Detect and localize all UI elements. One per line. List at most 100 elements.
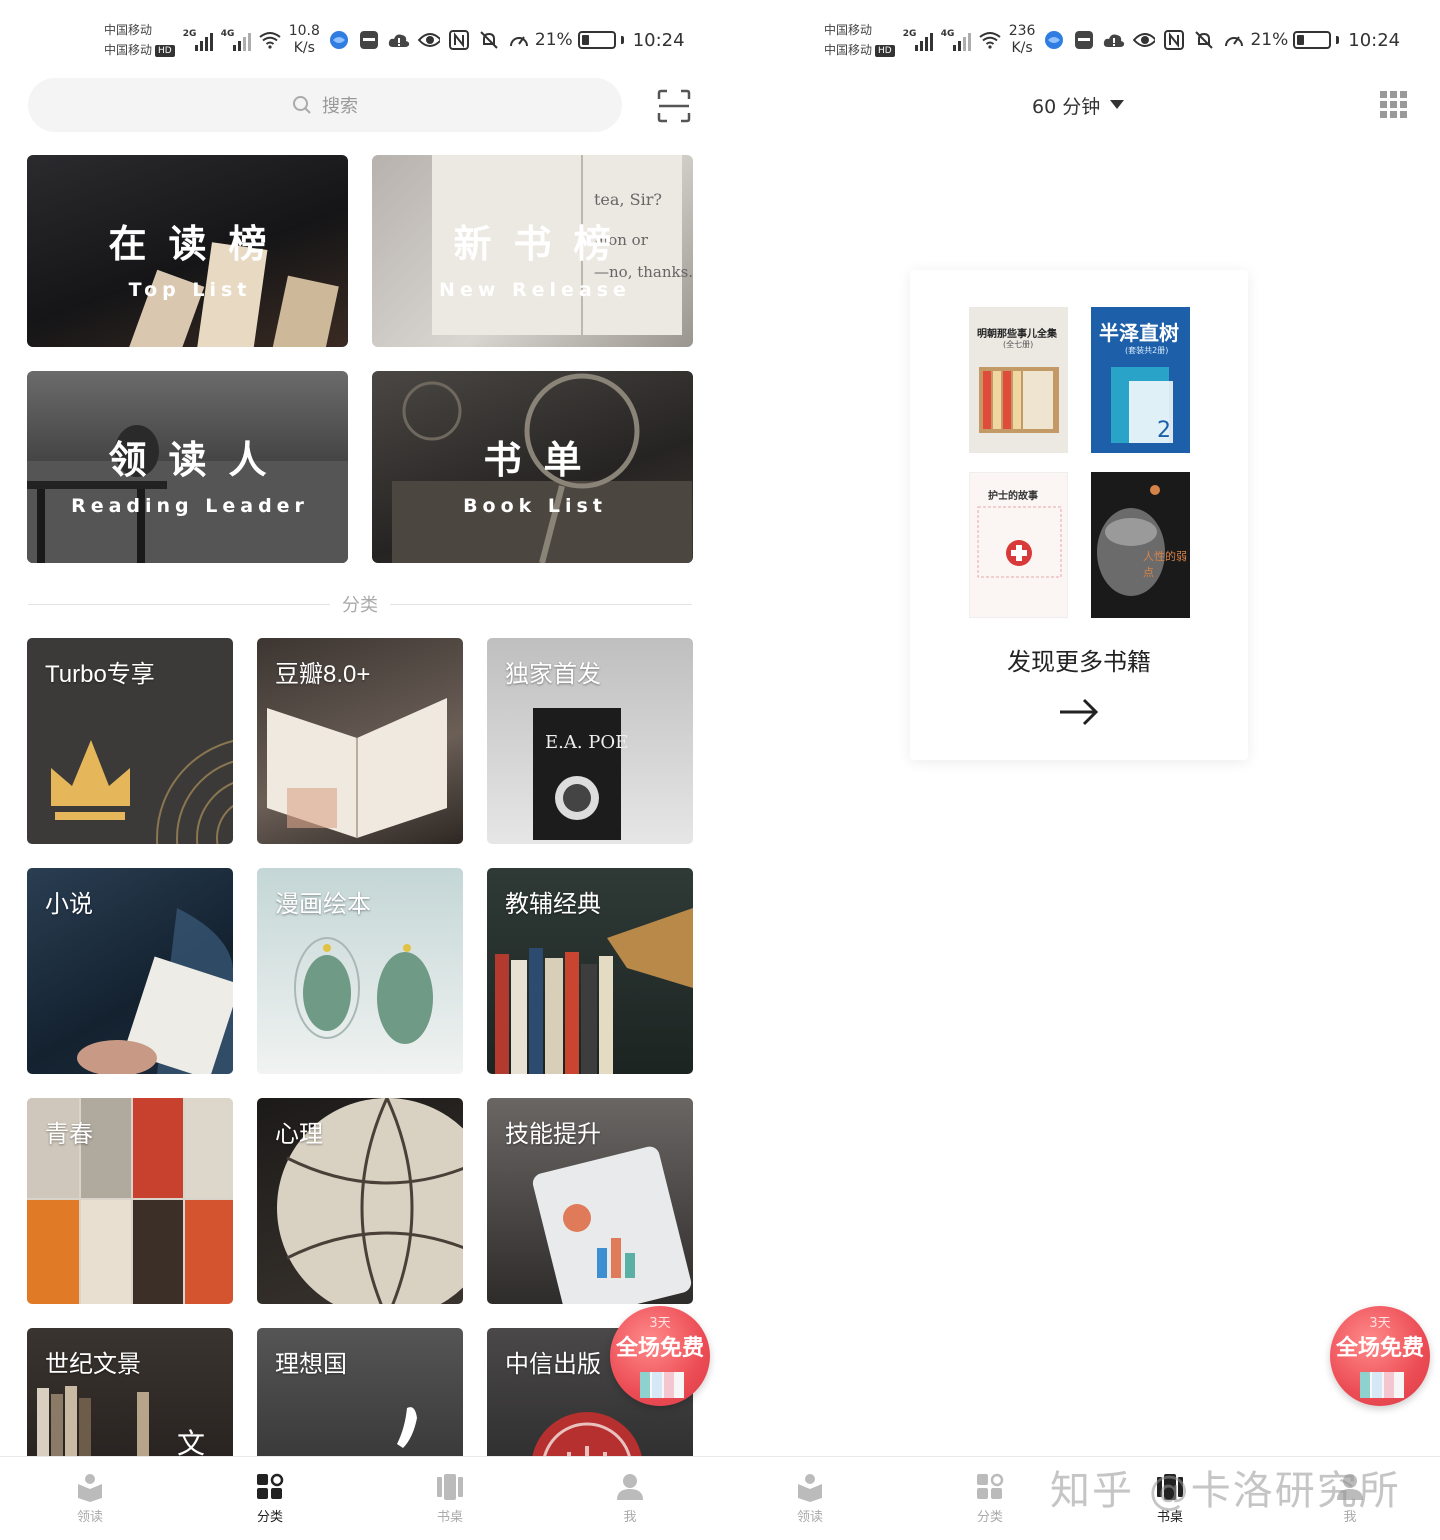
- hero-top-list[interactable]: 在读榜 Top List: [27, 155, 348, 347]
- category-label: 漫画绘本: [275, 891, 371, 918]
- desk-screen: 中国移动 中国移动 HD 2G 4G 236 K/s 21% 10:24 60 分钟…: [720, 0, 1440, 1540]
- category-exclusive[interactable]: E.A. POE 独家首发: [487, 638, 693, 844]
- hero-new-release[interactable]: tea, Sir? mon or —no, thanks. 新书榜 New Re…: [372, 155, 693, 347]
- category-label: 独家首发: [505, 661, 601, 688]
- category-comic[interactable]: 漫画绘本: [257, 868, 463, 1074]
- mute-icon: [478, 29, 500, 51]
- grid-view-icon[interactable]: [1380, 91, 1408, 119]
- bottom-nav: 领读 分类 书桌 我: [0, 1456, 720, 1540]
- nav-lingdu[interactable]: 领读: [720, 1457, 900, 1540]
- books-icon: [1360, 1372, 1404, 1398]
- arrow-right-icon[interactable]: [1058, 696, 1100, 728]
- category-psychology[interactable]: 心理: [257, 1098, 463, 1304]
- category-label: 理想国: [275, 1351, 347, 1378]
- promo-text: 全场免费: [1335, 1336, 1424, 1361]
- mute-icon: [1193, 29, 1215, 51]
- hero-title: 在读榜: [108, 222, 289, 266]
- book-open-icon: [78, 1474, 102, 1502]
- svg-text:tea, Sir?: tea, Sir?: [594, 190, 662, 209]
- clock: 10:24: [1348, 29, 1401, 51]
- battery-indicator: 21% 10:24: [1223, 29, 1400, 51]
- nav-category[interactable]: 分类: [180, 1457, 360, 1540]
- eye-icon: [417, 29, 440, 51]
- nav-label: 领读: [76, 1510, 103, 1525]
- nav-label: 我: [623, 1510, 637, 1525]
- book-cover-mingchao[interactable]: 明朝那些事儿全集 (全七册): [969, 307, 1068, 453]
- reading-timer-dropdown[interactable]: 60 分钟: [1032, 90, 1125, 120]
- free-promo-badge[interactable]: 3天 全场免费: [1330, 1306, 1430, 1406]
- carrier-2: 中国移动: [824, 43, 873, 57]
- search-input[interactable]: 搜索: [28, 78, 622, 132]
- discover-card[interactable]: 明朝那些事儿全集 (全七册) 半泽直树 (套装共2册) 2 护士的故事 人性的弱…: [910, 270, 1248, 760]
- browser-icon: [328, 29, 350, 51]
- status-bar: 中国移动 中国移动 HD 2G 4G 236 K/s 21% 10:24: [824, 18, 1400, 62]
- hero-title: 新书榜: [453, 222, 634, 266]
- category-douban[interactable]: 豆瓣8.0+: [257, 638, 463, 844]
- hero-subtitle: Top List: [128, 279, 252, 301]
- category-label: 教辅经典: [505, 891, 601, 918]
- category-novel[interactable]: 小说: [27, 868, 233, 1074]
- browser-icon: [1043, 29, 1065, 51]
- book-title: 人性的弱点: [1143, 550, 1187, 579]
- nav-label: 领读: [796, 1510, 823, 1525]
- category-label: Turbo专享: [45, 661, 155, 688]
- nav-desk[interactable]: 书桌: [360, 1457, 540, 1540]
- nav-me[interactable]: 我: [540, 1457, 720, 1540]
- category-textbook[interactable]: 教辅经典: [487, 868, 693, 1074]
- net-speed: 236 K/s: [1008, 23, 1036, 56]
- battery-icon: [1293, 31, 1332, 49]
- eye-icon: [1133, 29, 1156, 51]
- scan-icon[interactable]: [656, 88, 692, 124]
- user-icon: [617, 1474, 643, 1500]
- clock: 10:24: [632, 29, 685, 51]
- book-cover-renxing[interactable]: 人性的弱点: [1091, 472, 1190, 618]
- category-label: 心理: [275, 1121, 323, 1148]
- section-divider: 分类: [28, 592, 692, 616]
- promo-days: 3天: [649, 1316, 671, 1331]
- carrier-2: 中国移动: [104, 43, 153, 57]
- category-grid-icon: [977, 1473, 1004, 1499]
- wifi-icon: [259, 29, 281, 51]
- carrier-info: 中国移动 中国移动 HD: [104, 20, 175, 60]
- nav-label: 分类: [976, 1510, 1003, 1525]
- hero-book-list[interactable]: 书单 Book List: [372, 371, 693, 563]
- promo-text: 全场免费: [615, 1336, 704, 1361]
- carrier-1: 中国移动: [104, 23, 153, 37]
- nav-label: 书桌: [436, 1510, 463, 1525]
- cloud-alert-icon: [1103, 29, 1125, 51]
- search-placeholder: 搜索: [322, 96, 358, 117]
- promo-days: 3天: [1369, 1316, 1391, 1331]
- battery-indicator: 21% 10:24: [508, 29, 685, 51]
- discover-more-label: 发现更多书籍: [1007, 648, 1151, 676]
- hero-subtitle: Reading Leader: [71, 495, 309, 517]
- book-cover-banzezhishu[interactable]: 半泽直树 (套装共2册) 2: [1091, 307, 1190, 453]
- category-skills[interactable]: 技能提升: [487, 1098, 693, 1304]
- search-icon: [293, 96, 311, 114]
- chevron-down-icon: [1110, 100, 1125, 109]
- books-icon: [640, 1372, 684, 1398]
- battery-icon: [577, 31, 616, 49]
- hero-title: 领读人: [108, 438, 289, 482]
- book-box-set-image: [979, 367, 1059, 433]
- svg-text:2: 2: [1157, 418, 1171, 443]
- category-label: 豆瓣8.0+: [275, 661, 371, 688]
- category-label: 中信出版: [505, 1351, 601, 1378]
- category-turbo[interactable]: Turbo专享: [27, 638, 233, 844]
- hero-title: 书单: [483, 438, 604, 482]
- nfc-icon: [1163, 29, 1185, 51]
- category-youth[interactable]: 青春: [27, 1098, 233, 1304]
- category-label: 青春: [45, 1121, 93, 1148]
- category-grid-icon: [257, 1473, 284, 1499]
- free-promo-badge[interactable]: 3天 全场免费: [610, 1306, 710, 1406]
- nav-lingdu[interactable]: 领读: [0, 1457, 180, 1540]
- hero-reading-leader[interactable]: 领读人 Reading Leader: [27, 371, 348, 563]
- book-cover-nurse[interactable]: 护士的故事: [969, 472, 1068, 618]
- status-bar: 中国移动 中国移动 HD 2G 4G 10.8 K/s 21% 10:24: [104, 18, 685, 62]
- category-label: 世纪文景: [45, 1351, 141, 1378]
- nav-label: 分类: [256, 1510, 283, 1525]
- book-open-icon: [798, 1474, 822, 1502]
- carrier-info: 中国移动 中国移动 HD: [824, 20, 895, 60]
- huawei-app-icon: [1073, 29, 1095, 51]
- signal-4g-icon: 4G: [221, 29, 251, 51]
- category-label: 小说: [45, 891, 93, 918]
